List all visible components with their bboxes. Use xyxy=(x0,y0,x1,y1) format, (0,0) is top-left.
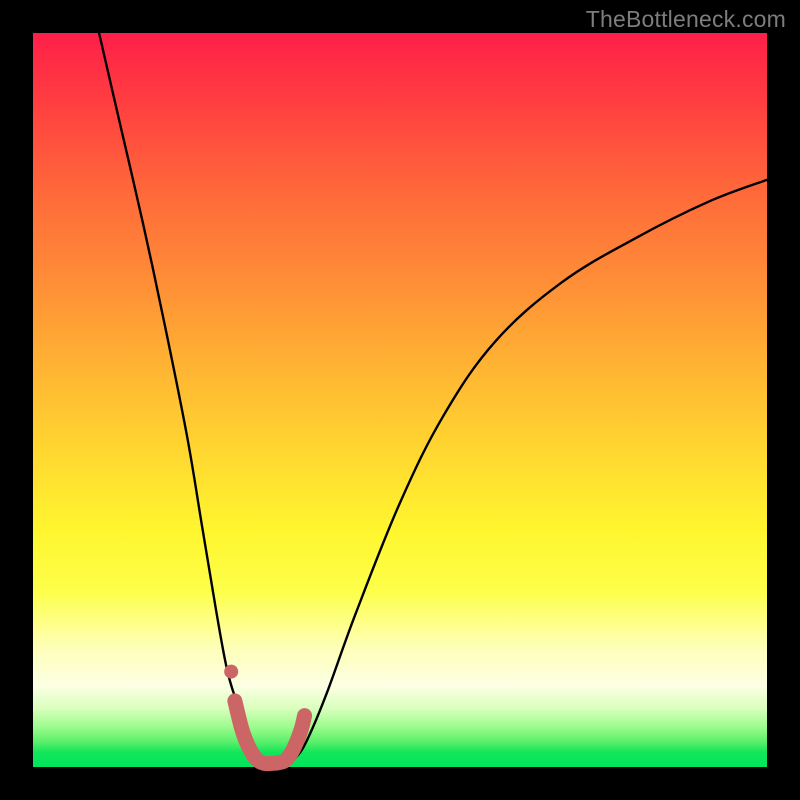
chart-frame: TheBottleneck.com xyxy=(0,0,800,800)
bottleneck-curve-path xyxy=(99,33,767,768)
plot-area xyxy=(33,33,767,767)
watermark-text: TheBottleneck.com xyxy=(586,6,786,33)
highlight-segment-path xyxy=(235,701,305,764)
highlight-dot xyxy=(224,665,238,679)
chart-svg xyxy=(33,33,767,767)
